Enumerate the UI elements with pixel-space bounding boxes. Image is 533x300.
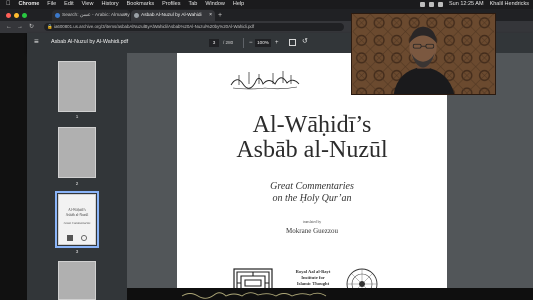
menu-edit[interactable]: Edit — [64, 0, 73, 9]
site-favicon-icon — [55, 13, 60, 18]
menu-history[interactable]: History — [101, 0, 118, 9]
menu-profiles[interactable]: Profiles — [162, 0, 180, 9]
thumbnail-number: 2 — [75, 181, 79, 186]
menu-window[interactable]: Window — [205, 0, 225, 9]
tab-title: Search: عسن - Arabic: Almaany — [62, 13, 130, 18]
menubar-user[interactable]: Khalil Hendricks — [490, 0, 529, 9]
status-tray — [420, 0, 443, 9]
thumbnail-seal — [67, 235, 73, 241]
pdf-file-name: Asbab Al-Nuzul by Al-Wahidi.pdf — [51, 39, 129, 45]
tab-title: Asbab Al-Nuzul by Al-Wahidi — [141, 13, 202, 18]
menu-app-name[interactable]: Chrome — [19, 0, 40, 9]
menu-view[interactable]: View — [82, 0, 94, 9]
menu-file[interactable]: File — [47, 0, 56, 9]
thumbnail-title: Asbāb al-Nuzūl — [65, 213, 89, 217]
thumbnail-emblem — [81, 235, 87, 241]
minimize-window-button[interactable] — [14, 12, 19, 18]
apple-icon[interactable]:  — [6, 0, 11, 9]
zoom-out-button[interactable]: − — [249, 38, 253, 48]
back-arrow-icon[interactable]: ← — [6, 21, 12, 33]
close-window-button[interactable] — [6, 12, 11, 18]
bismillah-calligraphy — [230, 71, 300, 90]
thumbnail-page-4[interactable] — [58, 261, 96, 300]
close-tab-icon[interactable]: × — [209, 10, 212, 21]
thumbnail-page-1[interactable] — [58, 61, 96, 112]
lock-icon[interactable]: 🔒 — [47, 23, 53, 31]
window-controls — [6, 12, 27, 18]
menu-help[interactable]: Help — [233, 0, 244, 9]
book-title-line-2: Asbāb al-Nuzūl — [236, 137, 388, 163]
menubar-right: Sun 12:25 AM Khalil Hendricks — [420, 0, 529, 9]
wifi-icon[interactable] — [420, 2, 425, 7]
menu-tab[interactable]: Tab — [188, 0, 197, 9]
thumbnail-number: 1 — [75, 114, 79, 119]
zoom-level-input[interactable]: 100% — [255, 39, 271, 47]
url-text: ia600801.us.archive.org/3/items/asbabAlN… — [54, 24, 255, 29]
thumbnail-sidebar[interactable]: 1 2 Al-Wāḥidī’s Asbāb al-Nuzūl Great Com… — [27, 53, 127, 300]
menu-bookmarks[interactable]: Bookmarks — [127, 0, 155, 9]
thumbnail-number: 3 — [75, 249, 79, 254]
publisher-name: Royal Aal al-Bayt Institute for Islamic … — [287, 269, 339, 287]
thumbnail-title: Al-Wāḥidī’s — [68, 208, 86, 212]
toolbar-divider — [243, 38, 244, 48]
book-subtitle-line-2: on the Ḥoly Qur’an — [272, 193, 352, 204]
book-subtitle: Great Commentaries on the Ḥoly Qur’an — [177, 181, 447, 205]
url-bar[interactable]: 🔒 ia600801.us.archive.org/3/items/asbabA… — [44, 23, 344, 31]
thumbnail-subtitle: Great Commentaries — [63, 221, 91, 225]
zoom-in-button[interactable]: + — [275, 38, 279, 48]
book-title: Al-Wāḥidī’s Asbāb al-Nuzūl — [177, 113, 447, 163]
translator-name: Mokrane Guezzou — [286, 227, 338, 235]
battery-icon[interactable] — [429, 2, 434, 7]
tab-almaany[interactable]: Search: عسن - Arabic: Almaany × — [52, 10, 130, 21]
hamburger-menu-icon[interactable]: ≡ — [34, 38, 39, 46]
overlay-calligraphy — [181, 292, 327, 299]
webcam-video — [351, 13, 496, 95]
menubar-clock[interactable]: Sun 12:25 AM — [449, 0, 484, 9]
thumbnail-page-3[interactable]: Al-Wāḥidī’s Asbāb al-Nuzūl Great Comment… — [55, 191, 99, 248]
screen:  Chrome File Edit View History Bookmark… — [0, 0, 533, 300]
book-subtitle-line-1: Great Commentaries — [270, 181, 354, 192]
page-total: / 280 — [223, 40, 234, 45]
close-tab-icon[interactable]: × — [124, 10, 127, 21]
tab-asbab-pdf[interactable]: Asbab Al-Nuzul by Al-Wahidi × — [131, 10, 215, 21]
publisher-line-3: Islamic Thought — [296, 281, 330, 286]
zoom-window-button[interactable] — [22, 12, 27, 18]
translated-by-label: translated by — [302, 220, 322, 224]
mac-menubar:  Chrome File Edit View History Bookmark… — [0, 0, 533, 9]
forward-arrow-icon[interactable]: → — [17, 21, 23, 33]
page-number-input[interactable]: 3 — [209, 39, 219, 47]
archive-favicon-icon — [134, 13, 139, 18]
fit-to-page-icon[interactable] — [289, 39, 296, 46]
search-icon[interactable] — [438, 2, 443, 7]
left-edge — [0, 33, 27, 300]
rotate-icon[interactable]: ↺ — [302, 37, 308, 45]
new-tab-button[interactable]: + — [218, 10, 222, 21]
reload-icon[interactable]: ↻ — [29, 21, 34, 33]
thumbnail-page-2[interactable] — [58, 127, 96, 178]
book-title-line-1: Al-Wāḥidī’s — [252, 112, 372, 138]
